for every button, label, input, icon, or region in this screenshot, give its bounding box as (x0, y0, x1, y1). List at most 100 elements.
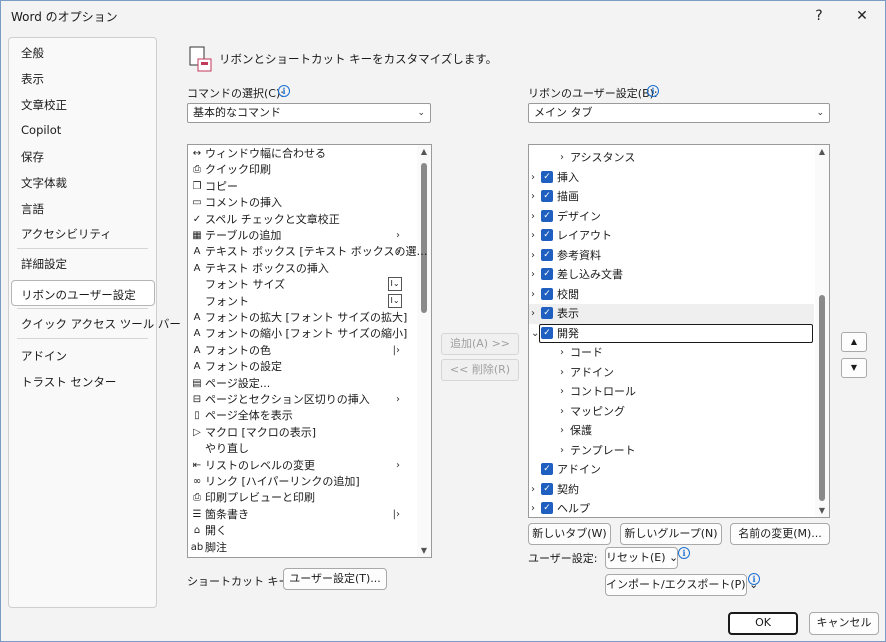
ribbon-tab-item[interactable]: › ✓ 参考資料 (529, 246, 814, 266)
ribbon-group-item[interactable]: › コントロール (529, 382, 814, 402)
command-item[interactable]: ab 脚注 (188, 540, 418, 556)
add-button[interactable]: 追加(A) >> (441, 333, 519, 355)
ribbon-tab-item[interactable]: › ✓ 校閲 (529, 285, 814, 305)
ribbon-tab-item[interactable]: ⌄ ✓ 開発 (529, 323, 814, 344)
new-tab-button[interactable]: 新しいタブ(W) (528, 523, 611, 545)
expand-chevron-icon[interactable]: › (560, 421, 570, 440)
command-item[interactable]: ☰ 箇条書き |› (188, 507, 418, 523)
rename-button[interactable]: 名前の変更(M)... (730, 523, 830, 545)
command-item[interactable]: ⇤ リストのレベルの変更 › (188, 458, 418, 474)
import-export-dropdown[interactable]: インポート/エクスポート(P) ⌄ (605, 574, 758, 596)
scroll-thumb[interactable] (819, 295, 825, 501)
ribbon-group-item[interactable]: › テンプレート (529, 441, 814, 461)
commands-scrollbar[interactable]: ▲ ▼ (417, 145, 431, 557)
expand-chevron-icon[interactable]: › (560, 343, 570, 362)
ribbon-group-item[interactable]: › 保護 (529, 421, 814, 441)
command-item[interactable]: A フォントの色 |› (188, 343, 418, 359)
ribbon-group-item[interactable]: › マッピング (529, 402, 814, 422)
expand-chevron-icon[interactable]: › (531, 168, 541, 187)
checkbox-checked[interactable]: ✓ (541, 268, 553, 280)
command-item[interactable]: ⎙ 印刷プレビューと印刷 (188, 490, 418, 506)
checkbox-checked[interactable]: ✓ (541, 326, 553, 339)
command-item[interactable]: A テキスト ボックスの挿入 (188, 261, 418, 277)
nav-item-quick-access[interactable]: クイック アクセス ツール バー (21, 316, 181, 332)
checkbox-checked[interactable]: ✓ (541, 463, 553, 475)
ribbon-group-item[interactable]: › アシスタンス (529, 148, 814, 168)
ribbon-tab-item[interactable]: ✓ アドイン (529, 460, 814, 480)
cancel-button[interactable]: キャンセル (809, 612, 879, 635)
command-item[interactable]: ▤ ページ設定... (188, 376, 418, 392)
expand-chevron-icon[interactable]: › (560, 382, 570, 401)
scroll-up-icon[interactable]: ▲ (419, 147, 429, 156)
command-item[interactable]: A フォントの拡大 [フォント サイズの拡大] (188, 310, 418, 326)
command-item[interactable]: ∞ リンク [ハイパーリンクの追加] (188, 474, 418, 490)
nav-item-advanced[interactable]: 詳細設定 (21, 256, 67, 272)
nav-item-copilot[interactable]: Copilot (21, 123, 61, 137)
checkbox-checked[interactable]: ✓ (541, 307, 553, 319)
checkbox-checked[interactable]: ✓ (541, 287, 553, 300)
reset-dropdown[interactable]: リセット(E) ⌄ (605, 547, 678, 569)
expand-chevron-icon[interactable]: › (531, 265, 541, 284)
command-item[interactable]: A テキスト ボックス [テキスト ボックスの選… › (188, 244, 428, 260)
expand-chevron-icon[interactable]: › (560, 402, 570, 421)
command-item[interactable]: ▦ テーブルの追加 › (188, 228, 418, 244)
nav-item-addins[interactable]: アドイン (21, 348, 67, 364)
expand-chevron-icon[interactable]: › (560, 363, 570, 382)
checkbox-checked[interactable]: ✓ (541, 482, 553, 495)
expand-chevron-icon[interactable]: › (531, 226, 541, 245)
expand-chevron-icon[interactable]: › (531, 207, 541, 226)
checkbox-checked[interactable]: ✓ (541, 170, 553, 183)
shortcut-customize-button[interactable]: ユーザー設定(T)... (283, 568, 387, 590)
expand-chevron-icon[interactable]: › (531, 304, 541, 323)
command-item[interactable]: フォント サイズ I⌄ (188, 277, 418, 293)
ribbon-tab-item[interactable]: › ✓ 挿入 (529, 168, 814, 188)
nav-item-save[interactable]: 保存 (21, 149, 44, 165)
ribbon-tab-item[interactable]: › ✓ ヘルプ (529, 499, 814, 517)
command-item[interactable]: フォント I⌄ (188, 293, 418, 310)
ribbon-tab-item[interactable]: › ✓ 差し込み文書 (529, 265, 814, 285)
checkbox-checked[interactable]: ✓ (541, 209, 553, 222)
nav-item-proofing[interactable]: 文章校正 (21, 97, 67, 113)
command-item[interactable]: A フォントの設定 (188, 359, 418, 375)
nav-item-language[interactable]: 言語 (21, 201, 44, 217)
command-item[interactable]: ❐ コピー (188, 179, 418, 195)
nav-item-typography[interactable]: 文字体裁 (21, 175, 67, 191)
ribbon-tab-item[interactable]: › ✓ 契約 (529, 480, 814, 500)
collapse-chevron-icon[interactable]: ⌄ (531, 324, 541, 343)
command-item[interactable]: ⌂ 開く (188, 523, 418, 539)
command-item[interactable]: ▭ コメントの挿入 (188, 195, 418, 211)
expand-chevron-icon[interactable]: › (531, 499, 541, 517)
commands-list[interactable]: ▲ ▼ ↔ ウィンドウ幅に合わせる ⎙ クイック印刷 ❐ コピー ▭ コメントの挿入 ✓ スペル … (187, 144, 432, 558)
commands-from-combo[interactable]: 基本的なコマンド ⌄ (187, 103, 431, 123)
ribbon-tabs-combo[interactable]: メイン タブ ⌄ (528, 103, 830, 123)
move-down-button[interactable]: ▼ (841, 358, 867, 378)
checkbox-checked[interactable]: ✓ (541, 229, 553, 241)
remove-button[interactable]: << 削除(R) (441, 359, 519, 381)
command-item[interactable]: ↔ ウィンドウ幅に合わせる (188, 146, 418, 162)
expand-chevron-icon[interactable]: › (531, 246, 541, 265)
command-item[interactable]: ⎙ クイック印刷 (188, 162, 418, 178)
nav-item-trust-center[interactable]: トラスト センター (21, 374, 116, 390)
ribbon-tab-item[interactable]: › ✓ デザイン (529, 207, 814, 227)
checkbox-checked[interactable]: ✓ (541, 190, 553, 202)
scroll-thumb[interactable] (421, 163, 427, 313)
expand-chevron-icon[interactable]: › (531, 480, 541, 499)
help-button[interactable]: ? (804, 4, 834, 28)
nav-item-general[interactable]: 全般 (21, 45, 44, 61)
ribbon-tab-item[interactable]: › ✓ 描画 (529, 187, 814, 207)
checkbox-checked[interactable]: ✓ (541, 248, 553, 261)
command-item[interactable]: ⊟ ページとセクション区切りの挿入 › (188, 392, 418, 408)
nav-item-display[interactable]: 表示 (21, 71, 44, 87)
expand-chevron-icon[interactable]: › (531, 285, 541, 304)
nav-item-accessibility[interactable]: アクセシビリティ (21, 226, 112, 242)
command-item[interactable]: A フォントの縮小 [フォント サイズの縮小] (188, 326, 418, 342)
ok-button[interactable]: OK (728, 612, 798, 635)
ribbon-tab-item[interactable]: › ✓ 表示 (529, 304, 814, 324)
ribbon-scrollbar[interactable]: ▲ ▼ (815, 145, 829, 517)
scroll-down-icon[interactable]: ▼ (419, 546, 429, 555)
close-button[interactable]: ✕ (847, 4, 877, 28)
command-item[interactable]: ▯ ページ全体を表示 (188, 408, 418, 424)
expand-chevron-icon[interactable]: › (560, 441, 570, 460)
expand-chevron-icon[interactable]: › (560, 148, 570, 167)
checkbox-checked[interactable]: ✓ (541, 502, 553, 514)
